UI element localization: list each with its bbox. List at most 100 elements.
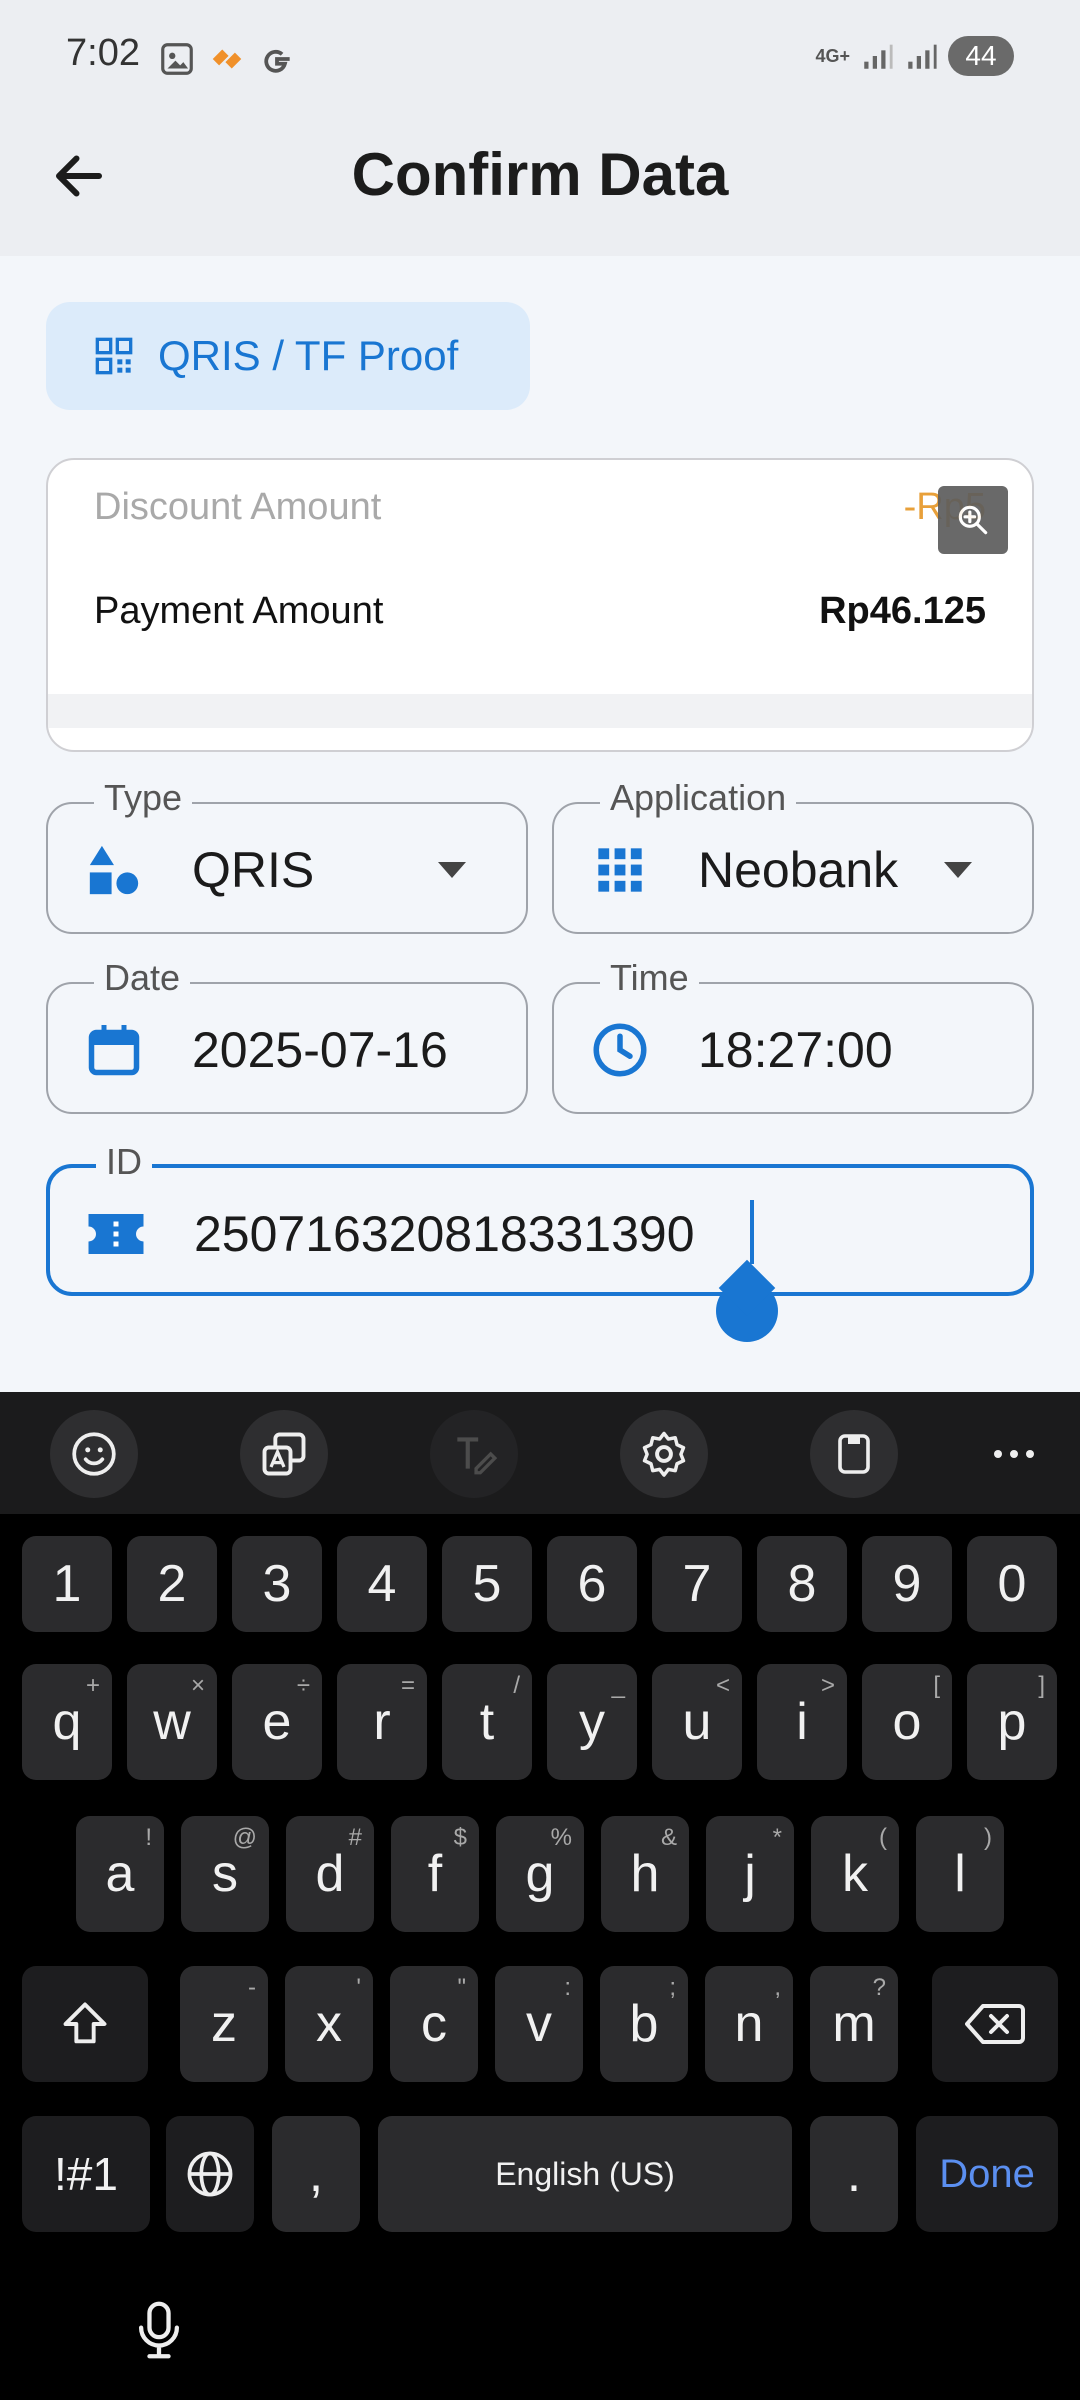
key-h[interactable]: h &: [601, 1816, 689, 1932]
key-m[interactable]: m?: [810, 1966, 898, 2082]
key-label: o: [892, 1693, 922, 1751]
handwriting-button[interactable]: [430, 1410, 518, 1498]
key-label: d: [315, 1845, 345, 1903]
screenshot-icon: [161, 43, 193, 75]
key-label: 9: [892, 1555, 922, 1613]
shapes-icon: [82, 838, 146, 902]
key-label: i: [796, 1693, 808, 1751]
comma-key[interactable]: ,: [272, 2116, 360, 2232]
translate-button[interactable]: [240, 1410, 328, 1498]
key-o[interactable]: o[: [862, 1664, 952, 1780]
key-label: v: [526, 1995, 552, 2053]
key-9[interactable]: 9: [862, 1536, 952, 1632]
symbols-key[interactable]: !#1: [22, 2116, 150, 2232]
zoom-in-icon: [958, 505, 988, 535]
key-hint: =: [400, 1672, 415, 1699]
key-label: w: [153, 1693, 191, 1751]
page-title: Confirm Data: [351, 141, 729, 208]
key-t[interactable]: t /: [442, 1664, 532, 1780]
key-i[interactable]: i >: [757, 1664, 847, 1780]
key-b[interactable]: b;: [600, 1966, 688, 2082]
key-f[interactable]: f $: [391, 1816, 479, 1932]
voice-input-button[interactable]: [126, 2294, 192, 2366]
key-d[interactable]: d #: [286, 1816, 374, 1932]
key-p[interactable]: p]: [967, 1664, 1057, 1780]
key-q[interactable]: q +: [22, 1664, 112, 1780]
period-key[interactable]: .: [810, 2116, 898, 2232]
key-hint: <: [715, 1672, 730, 1699]
key-z[interactable]: z-: [180, 1966, 268, 2082]
language-key[interactable]: [166, 2116, 254, 2232]
key-v[interactable]: v:: [495, 1966, 583, 2082]
status-bar: 7:02 4G+ 44: [0, 0, 1080, 118]
key-c[interactable]: c ": [390, 1966, 478, 2082]
key-k[interactable]: k(: [811, 1816, 899, 1932]
key-n[interactable]: n,: [705, 1966, 793, 2082]
key-6[interactable]: 6: [547, 1536, 637, 1632]
key-hint: :: [564, 1974, 571, 2001]
backspace-key[interactable]: [932, 1966, 1058, 2082]
zoom-button[interactable]: [938, 486, 1008, 554]
qris-proof-button[interactable]: QRIS / TF Proof: [46, 302, 530, 410]
clock-icon: [588, 1018, 652, 1082]
key-hint: ×: [190, 1672, 205, 1699]
id-value: 250716320818331390: [194, 1206, 695, 1262]
key-label: 2: [157, 1555, 187, 1613]
key-5[interactable]: 5: [442, 1536, 532, 1632]
time-field[interactable]: Time 18:27:00: [552, 958, 1034, 1114]
key-label: x: [316, 1995, 342, 2053]
key-hint: ÷: [296, 1672, 310, 1699]
key-label: q: [52, 1693, 82, 1751]
key-j[interactable]: j *: [706, 1816, 794, 1932]
key-0[interactable]: 0: [967, 1536, 1057, 1632]
translate-icon: [262, 1432, 306, 1476]
shift-key[interactable]: [22, 1966, 148, 2082]
key-label: k: [842, 1845, 868, 1903]
gear-icon: [642, 1431, 686, 1477]
key-hint: _: [611, 1672, 625, 1699]
cursor-handle[interactable]: [716, 1280, 778, 1342]
key-l[interactable]: l): [916, 1816, 1004, 1932]
key-y[interactable]: y _: [547, 1664, 637, 1780]
done-key[interactable]: Done: [916, 2116, 1058, 2232]
dropdown-arrow-icon: [438, 862, 466, 878]
type-dropdown[interactable]: Type QRIS: [46, 778, 528, 934]
more-button[interactable]: [970, 1410, 1058, 1498]
key-1[interactable]: 1: [22, 1536, 112, 1632]
key-2[interactable]: 2: [127, 1536, 217, 1632]
date-field[interactable]: Date 2025-07-16: [46, 958, 528, 1114]
key-s[interactable]: s @: [181, 1816, 269, 1932]
key-r[interactable]: r =: [337, 1664, 427, 1780]
key-hint: #: [348, 1824, 362, 1851]
key-hint: $: [453, 1824, 467, 1851]
key-3[interactable]: 3: [232, 1536, 322, 1632]
emoji-button[interactable]: [50, 1410, 138, 1498]
id-input[interactable]: ID 250716320818331390: [46, 1142, 1034, 1296]
key-hint: ;: [669, 1974, 676, 2001]
shift-icon: [63, 2002, 107, 2044]
key-u[interactable]: u <: [652, 1664, 742, 1780]
key-4[interactable]: 4: [337, 1536, 427, 1632]
key-label: y: [579, 1693, 605, 1751]
key-w[interactable]: w ×: [127, 1664, 217, 1780]
key-8[interactable]: 8: [757, 1536, 847, 1632]
key-hint: ): [984, 1824, 992, 1851]
key-hint: %: [550, 1824, 572, 1851]
application-dropdown[interactable]: Application Neobank: [552, 778, 1034, 934]
settings-button[interactable]: [620, 1410, 708, 1498]
space-key[interactable]: English (US): [378, 2116, 792, 2232]
key-e[interactable]: e ÷: [232, 1664, 322, 1780]
key-label: 4: [367, 1555, 397, 1613]
key-hint: [: [933, 1672, 940, 1699]
key-hint: +: [85, 1672, 100, 1699]
key-x[interactable]: x ': [285, 1966, 373, 2082]
signal-icon-2: [908, 44, 937, 69]
key-7[interactable]: 7: [652, 1536, 742, 1632]
handwriting-icon: [457, 1437, 498, 1475]
status-time: 7:02: [66, 32, 140, 74]
key-g[interactable]: g%: [496, 1816, 584, 1932]
clipboard-button[interactable]: [810, 1410, 898, 1498]
text-cursor: [750, 1200, 754, 1264]
key-a[interactable]: a!: [76, 1816, 164, 1932]
key-label: 7: [682, 1555, 712, 1613]
